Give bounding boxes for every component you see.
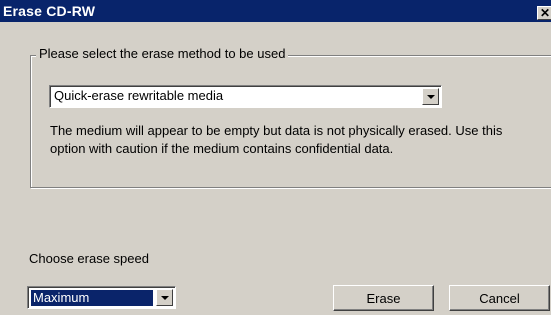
erase-speed-selected-value: Maximum: [31, 290, 153, 306]
close-button[interactable]: ✕: [537, 6, 551, 20]
window-title: Erase CD-RW: [3, 3, 96, 19]
erase-speed-dropdown[interactable]: Maximum: [27, 286, 176, 309]
erase-speed-label: Choose erase speed: [29, 251, 149, 266]
erase-speed-dropdown-button[interactable]: [156, 289, 173, 306]
erase-button[interactable]: Erase: [333, 285, 434, 311]
title-bar[interactable]: Erase CD-RW: [0, 0, 551, 22]
erase-method-selected-value: Quick-erase rewritable media: [54, 88, 224, 103]
erase-method-dropdown[interactable]: Quick-erase rewritable media: [49, 85, 442, 108]
chevron-down-icon: [161, 296, 169, 300]
close-icon: ✕: [539, 6, 551, 20]
cancel-button[interactable]: Cancel: [449, 285, 550, 311]
erase-method-description: The medium will appear to be empty but d…: [50, 123, 503, 156]
erase-method-dropdown-button[interactable]: [422, 88, 439, 105]
chevron-down-icon: [427, 95, 435, 99]
erase-cd-rw-dialog: Erase CD-RW ✕ Please select the erase me…: [0, 0, 551, 315]
erase-method-group-label: Please select the erase method to be use…: [36, 46, 289, 61]
